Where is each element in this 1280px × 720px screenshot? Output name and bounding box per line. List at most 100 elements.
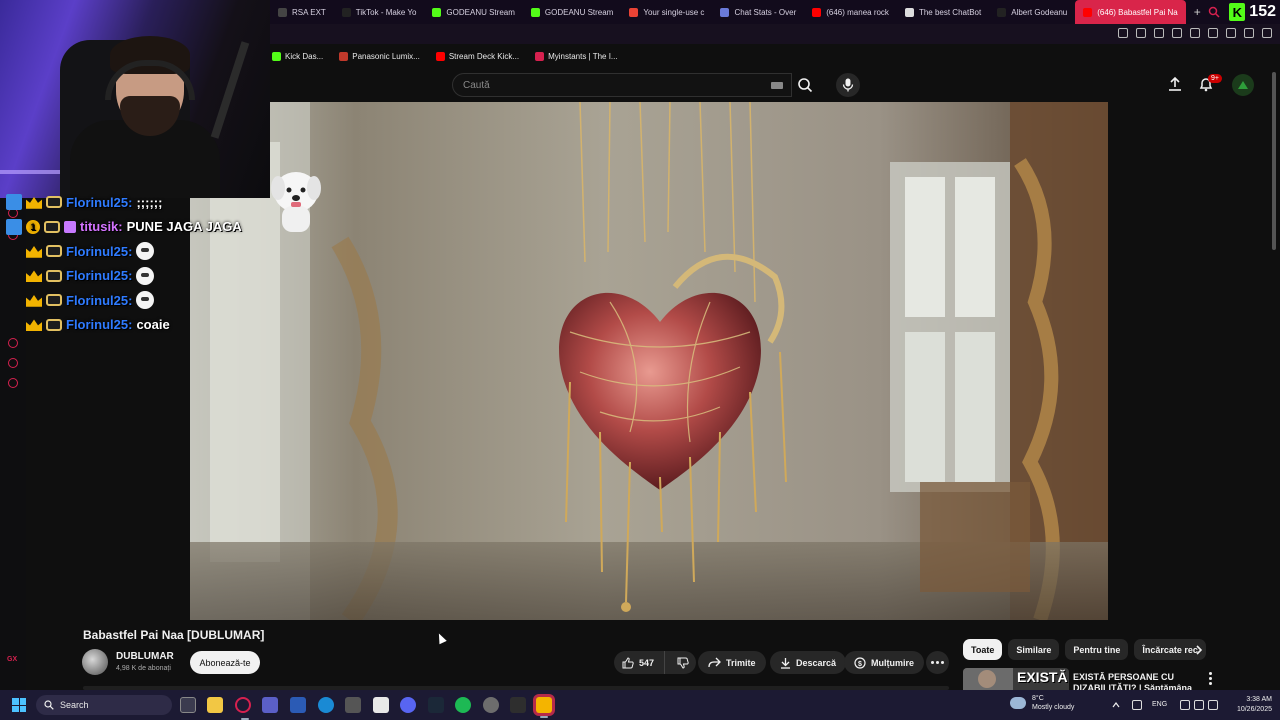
tab-favicon-icon — [629, 7, 639, 17]
terminal-icon[interactable] — [510, 697, 526, 713]
voice-search-button[interactable] — [836, 73, 860, 97]
bookmark-item[interactable]: Kick Das... — [272, 51, 323, 61]
sidebar-icon-settings[interactable] — [8, 378, 18, 388]
bookmark-item[interactable]: Panasonic Lumix... — [339, 51, 420, 61]
mouse-cursor-icon — [435, 631, 447, 645]
browser-tab[interactable]: (646) manea rock — [804, 0, 897, 24]
keyboard-icon[interactable] — [771, 82, 783, 89]
word-icon[interactable] — [290, 697, 306, 713]
opera-gx-icon[interactable] — [235, 697, 251, 720]
bookmark-favicon-icon — [339, 51, 349, 61]
channel-name[interactable]: DUBLUMAR — [116, 651, 174, 662]
teams-icon[interactable] — [262, 697, 278, 713]
sunglasses-badge-icon — [46, 318, 62, 331]
chat-text: PUNE JAGA JAGA — [126, 219, 242, 235]
recommended-video-menu-button[interactable] — [1206, 672, 1214, 686]
menu-icon[interactable] — [1262, 28, 1272, 38]
video-player[interactable] — [190, 102, 1108, 620]
thanks-button[interactable]: $ Mulțumire — [844, 651, 925, 674]
tray-chevron-icon[interactable] — [1112, 701, 1120, 709]
like-count: 547 — [639, 657, 655, 668]
filter-chip[interactable]: Similare — [1008, 639, 1060, 660]
dislike-button[interactable] — [670, 651, 696, 674]
chat-message: Florinul25: coaie — [6, 313, 276, 338]
subscriber-count: 4,98 K de abonați — [116, 665, 171, 672]
taskbar-search[interactable]: Search — [36, 695, 172, 715]
share-button[interactable]: Trimite — [698, 651, 766, 674]
upload-icon[interactable] — [1167, 76, 1183, 92]
browser-tab[interactable]: The best ChatBot — [897, 0, 989, 24]
store-icon[interactable] — [373, 697, 389, 713]
battery-icon[interactable] — [1208, 700, 1218, 710]
browser-tab[interactable]: GODEANU Stream — [523, 0, 621, 24]
new-tab-icon[interactable]: + — [1186, 5, 1209, 19]
bookmark-item[interactable]: Stream Deck Kick... — [435, 51, 519, 61]
more-actions-button[interactable] — [926, 651, 949, 674]
sidebar-icon-player[interactable] — [8, 358, 18, 368]
shield-icon[interactable] — [1154, 28, 1164, 38]
obs-icon[interactable] — [483, 697, 499, 713]
browser-tab[interactable]: Your single-use c — [621, 0, 712, 24]
discord-icon[interactable] — [400, 697, 416, 713]
like-button[interactable]: 547 — [614, 651, 665, 674]
browser-tab[interactable]: GODEANU Stream — [424, 0, 522, 24]
tab-label: Albert Godeanu — [1011, 7, 1068, 17]
settings-app-icon[interactable] — [345, 697, 361, 713]
sidebar-icon-history[interactable] — [8, 338, 18, 348]
filter-chip[interactable]: Toate — [963, 639, 1003, 660]
browser-tab[interactable]: Albert Godeanu — [989, 0, 1075, 24]
settings-icon[interactable] — [1244, 28, 1254, 38]
language-indicator[interactable]: ENG — [1152, 701, 1167, 708]
browser-tab[interactable]: Chat Stats - Over — [712, 0, 804, 24]
share-label: Trimite — [726, 657, 756, 668]
subscribe-button[interactable]: Abonează-te — [190, 651, 260, 674]
recommended-video-thumbnail[interactable]: EXISTĂ — [963, 668, 1069, 690]
download-button[interactable]: Descarcă — [770, 651, 847, 674]
tab-favicon-icon — [812, 7, 822, 17]
chat-message: Florinul25:;;;;;; — [6, 190, 276, 215]
spotify-icon[interactable] — [455, 697, 471, 713]
channel-avatar[interactable] — [82, 649, 108, 675]
sunglasses-badge-icon — [46, 294, 62, 307]
rockstar-launcher-icon[interactable] — [536, 697, 552, 718]
heart-icon[interactable] — [1190, 28, 1200, 38]
tab-search-icon[interactable] — [1208, 6, 1220, 18]
bookmark-label: Panasonic Lumix... — [352, 51, 420, 61]
windows-start-icon[interactable] — [12, 698, 26, 712]
recommended-video-title[interactable]: EXISTĂ PERSOANE CU DIZABILITĂȚI? | Săptă… — [1073, 672, 1198, 690]
file-explorer-icon[interactable] — [207, 697, 223, 713]
chevron-right-icon[interactable] — [1192, 643, 1206, 657]
search-button[interactable] — [790, 73, 820, 97]
network-icon[interactable] — [1180, 700, 1190, 710]
browser-tab[interactable]: TikTok - Make Yo — [334, 0, 425, 24]
filter-chip[interactable]: Pentru tine — [1065, 639, 1129, 660]
task-view-icon[interactable] — [180, 697, 196, 713]
weather-widget[interactable]: 8°C Mostly cloudy — [1010, 694, 1074, 712]
microphone-tray-icon[interactable] — [1132, 700, 1142, 710]
system-clock[interactable]: 3:38 AM 10/26/2025 — [1228, 695, 1272, 715]
weather-temp: 8°C — [1032, 695, 1044, 702]
tab-favicon-icon — [904, 7, 914, 17]
search-input[interactable]: Caută — [452, 73, 792, 97]
account-avatar[interactable] — [1232, 74, 1254, 96]
cube-icon[interactable] — [1208, 28, 1218, 38]
led-light — [0, 170, 60, 174]
crown-badge-icon — [26, 295, 42, 307]
bookmark-icon[interactable] — [1118, 28, 1128, 38]
edge-icon[interactable] — [318, 697, 334, 713]
download-icon — [781, 657, 790, 669]
volume-icon[interactable] — [1194, 700, 1204, 710]
screenshot-icon[interactable] — [1136, 28, 1146, 38]
browser-tab[interactable]: RSA EXT — [270, 0, 334, 24]
page-scrollbar[interactable] — [1272, 72, 1276, 250]
download-icon[interactable] — [1226, 28, 1236, 38]
play-icon[interactable] — [1172, 28, 1182, 38]
steam-icon[interactable] — [428, 697, 444, 713]
bookmark-item[interactable]: Myinstants | The I... — [535, 51, 618, 61]
sunglasses-badge-icon — [46, 269, 62, 282]
chat-message: Florinul25: — [6, 288, 276, 313]
tier-badge-icon: 1 — [26, 219, 40, 234]
bookmark-favicon-icon — [435, 51, 445, 61]
chat-message: Florinul25: — [6, 239, 276, 264]
browser-tab[interactable]: (646) Babastfel Pai Na — [1075, 0, 1186, 24]
